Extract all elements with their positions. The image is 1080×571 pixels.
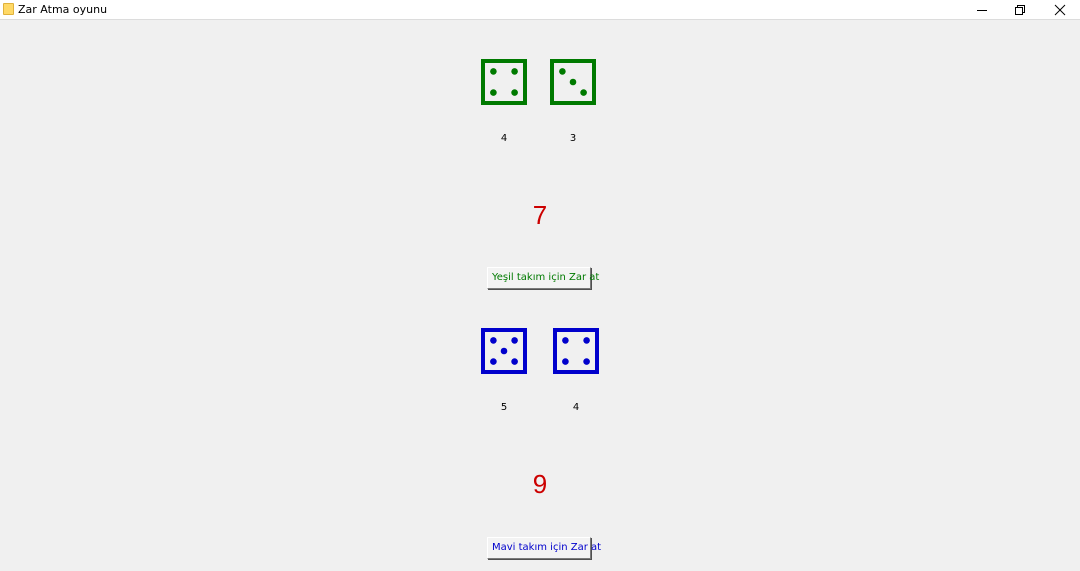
window-title: Zar Atma oyunu: [18, 3, 108, 16]
die-pip: [559, 68, 566, 75]
close-icon: [1054, 4, 1066, 15]
app-icon: [3, 3, 14, 15]
die-face-icon: [481, 59, 527, 105]
title-bar: Zar Atma oyunu: [0, 0, 1080, 20]
restore-icon: [1015, 4, 1025, 15]
die-pip: [511, 337, 518, 344]
die-pip: [490, 337, 497, 344]
die-face-icon: [550, 59, 596, 105]
minimize-icon: [977, 9, 987, 11]
die-border: [481, 59, 527, 105]
blue-total: 9: [532, 469, 548, 499]
die-pip: [490, 358, 497, 365]
minimize-button[interactable]: [962, 0, 1002, 19]
restore-button[interactable]: [1000, 0, 1040, 19]
green-die-2-value: 3: [569, 133, 577, 144]
die-border: [553, 328, 599, 374]
green-roll-button[interactable]: Yeşil takım için Zar at: [487, 267, 599, 289]
green-die-1: [481, 59, 527, 105]
blue-roll-button[interactable]: Mavi takım için Zar at: [487, 537, 601, 559]
die-pip: [490, 89, 497, 96]
close-button[interactable]: [1040, 0, 1080, 19]
blue-die-2-value: 4: [572, 402, 580, 413]
green-total: 7: [532, 200, 548, 230]
die-pip: [580, 89, 587, 96]
die-pip: [500, 347, 508, 355]
app-window: Zar Atma oyunu 4 3 7 Yeşil takım için Za…: [0, 0, 1080, 571]
die-pip: [569, 78, 577, 86]
blue-die-2: [553, 328, 599, 374]
blue-die-1-value: 5: [500, 402, 508, 413]
die-pip: [511, 89, 518, 96]
die-pip: [562, 337, 569, 344]
die-pip: [583, 337, 590, 344]
die-pip: [583, 358, 590, 365]
die-pip: [490, 68, 497, 75]
green-die-1-value: 4: [500, 133, 508, 144]
blue-die-1: [481, 328, 527, 374]
green-die-2: [550, 59, 596, 105]
die-pip: [511, 68, 518, 75]
die-pip: [511, 358, 518, 365]
die-face-icon: [553, 328, 599, 374]
die-pip: [562, 358, 569, 365]
die-face-icon: [481, 328, 527, 374]
